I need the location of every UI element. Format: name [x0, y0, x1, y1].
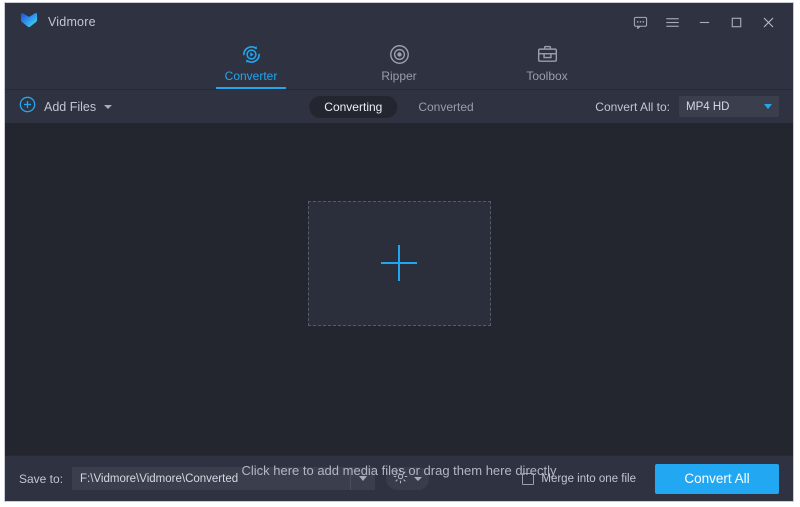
status-filter-group: Converting Converted [309, 95, 488, 118]
title-bar: Vidmore [5, 3, 793, 41]
chevron-down-icon[interactable] [104, 104, 113, 109]
content-area: Click here to add media files or drag th… [5, 123, 793, 478]
brand-name: Vidmore [48, 15, 96, 29]
add-files-label: Add Files [44, 99, 97, 114]
add-files-button[interactable]: Add Files [19, 96, 113, 118]
app-window: Vidmore Converter Ripper Toolbox Add Fil… [4, 2, 794, 502]
minimize-icon[interactable] [689, 7, 719, 37]
main-tabs: Converter Ripper Toolbox [5, 41, 793, 90]
tab-toolbox-label: Toolbox [526, 69, 568, 83]
vidmore-logo-icon [18, 11, 40, 33]
dropzone-hint: Click here to add media files or drag th… [241, 463, 557, 478]
bottom-bar: Save to: F:\Vidmore\Vidmore\Converted Me… [5, 455, 793, 501]
plus-icon [381, 245, 417, 281]
toolbar: Add Files Converting Converted Convert A… [5, 90, 793, 123]
convert-all-to-group: Convert All to: MP4 HD [595, 96, 779, 117]
tab-converter-label: Converter [224, 69, 278, 83]
converter-icon [240, 42, 263, 66]
tab-ripper-label: Ripper [381, 69, 417, 83]
output-format-select[interactable]: MP4 HD [679, 96, 779, 117]
brand: Vidmore [5, 11, 96, 33]
file-dropzone[interactable] [307, 200, 491, 326]
toolbox-icon [536, 42, 559, 66]
chevron-down-icon [764, 104, 772, 109]
tab-ripper[interactable]: Ripper [351, 41, 447, 89]
window-controls [625, 7, 793, 37]
tab-toolbox[interactable]: Toolbox [499, 41, 595, 89]
plus-circle-icon [19, 96, 36, 118]
ripper-disc-icon [388, 42, 411, 66]
feedback-icon[interactable] [625, 7, 655, 37]
hamburger-menu-icon[interactable] [657, 7, 687, 37]
segment-converting[interactable]: Converting [309, 95, 398, 118]
convert-all-to-label: Convert All to: [595, 99, 670, 114]
segment-converted[interactable]: Converted [403, 96, 488, 118]
close-icon[interactable] [753, 7, 783, 37]
output-format-value: MP4 HD [686, 100, 730, 113]
tab-converter[interactable]: Converter [203, 41, 299, 89]
maximize-icon[interactable] [721, 7, 751, 37]
